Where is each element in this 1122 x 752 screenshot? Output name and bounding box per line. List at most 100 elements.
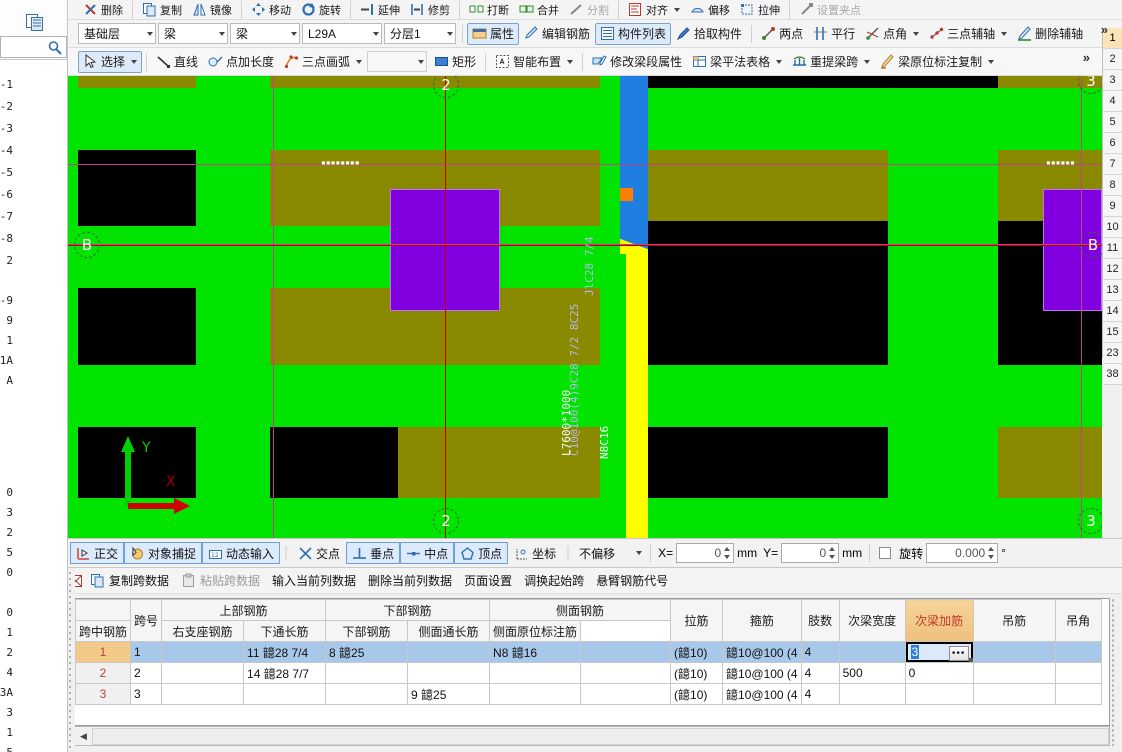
selected-beam-blue[interactable] — [620, 76, 648, 238]
axis-label[interactable]: 0 — [6, 606, 13, 619]
cell-side_through_rebar[interactable]: N8 䪰16 — [489, 641, 582, 663]
row-header[interactable]: 1 — [75, 641, 132, 663]
打断-button[interactable]: 打断 — [464, 1, 514, 19]
cell-sec_beam_extra_rebar[interactable]: 0 — [904, 662, 974, 684]
cell-tie_rebar[interactable]: (䪰10) — [670, 683, 724, 705]
spinner-icon[interactable] — [722, 545, 732, 561]
chevron-down-icon[interactable] — [776, 59, 783, 64]
cell-tie_rebar[interactable]: (䪰10) — [670, 641, 724, 663]
cell-side_inplace_rebar[interactable] — [580, 641, 672, 663]
chevron-down-icon[interactable] — [291, 31, 297, 36]
beam-vertical[interactable] — [68, 76, 78, 538]
cell-bottom_rebar[interactable]: 9 䪰25 — [407, 683, 491, 705]
column-subheader-侧面通长筋[interactable]: 侧面通长筋 — [407, 620, 491, 642]
设置夹点-button[interactable]: 设置夹点 — [794, 1, 866, 19]
axis-label[interactable]: 3 — [6, 706, 13, 719]
combo-4[interactable]: 分层1 — [384, 23, 456, 44]
axis-label[interactable]: -5 — [0, 166, 13, 179]
row-header[interactable]: 3 — [75, 683, 132, 705]
axis-label[interactable]: 2 — [6, 526, 13, 539]
直线-button[interactable]: 直线 — [151, 51, 203, 73]
chevron-down-icon[interactable] — [674, 7, 680, 12]
axis-label[interactable]: 3 — [6, 506, 13, 519]
column-header-肢数[interactable]: 肢数 — [800, 599, 840, 642]
cell-hanging_rebar[interactable] — [972, 683, 1056, 705]
combo-2[interactable]: 梁 — [230, 23, 300, 44]
snap-coordinate[interactable]: 坐标 — [508, 542, 562, 564]
两点-button[interactable]: 两点 — [756, 23, 808, 45]
cell-side_inplace_rebar[interactable] — [580, 683, 672, 705]
chevron-down-icon[interactable] — [913, 31, 920, 36]
页面设置-button[interactable]: 页面设置 — [458, 570, 518, 591]
cell-side_through_rebar[interactable] — [489, 683, 582, 705]
chevron-down-icon[interactable] — [219, 31, 225, 36]
三点画弧-button[interactable]: 三点画弧 — [279, 51, 367, 73]
column-header-次梁宽度[interactable]: 次梁宽度 — [838, 599, 906, 642]
cad-drawing-area[interactable]: ▪▪▪▪▪▪▪▪ ▪▪▪▪▪▪ JlC28 7/4 C10@100(4)9C28… — [68, 76, 1102, 538]
点加长度-button[interactable]: 点加长度 — [203, 51, 279, 73]
right-axis-item[interactable]: 2 — [1103, 49, 1122, 70]
移动-button[interactable]: 移动 — [246, 1, 296, 19]
axis-label[interactable]: 0 — [6, 566, 13, 579]
snap-intersection[interactable]: 交点 — [292, 542, 346, 564]
chevron-down-icon[interactable] — [147, 31, 153, 36]
right-axis-item[interactable]: 7 — [1103, 154, 1122, 175]
点角-button[interactable]: 点角 — [860, 23, 924, 45]
column-header-次梁加筋[interactable]: 次梁加筋 — [904, 599, 974, 642]
输入当前列数据-button[interactable]: 输入当前列数据 — [266, 570, 362, 591]
column-header-blank[interactable] — [75, 599, 132, 621]
镜像-button[interactable]: 镜像 — [187, 1, 237, 19]
right-axis-item[interactable]: 9 — [1103, 196, 1122, 217]
right-axis-list[interactable]: 1 2 3 4 5 6 7 8 9 10 11 12 13 14 15 23 38 — [1102, 28, 1122, 385]
cell-mid_span_rebar[interactable] — [161, 683, 245, 705]
cell-tie_rebar[interactable]: (䪰10) — [670, 662, 724, 684]
search-input[interactable] — [0, 36, 67, 58]
right-axis-item[interactable]: 3 — [1103, 70, 1122, 91]
axis-label[interactable]: 1 — [6, 626, 13, 639]
column-header-跨号[interactable]: 跨号 — [130, 599, 163, 642]
cell-right_support_rebar[interactable]: 14 䪰28 7/7 — [243, 662, 327, 684]
axis-label[interactable]: 0 — [6, 486, 13, 499]
blank-combo[interactable] — [367, 51, 428, 72]
延伸-button[interactable]: 延伸 — [355, 1, 405, 19]
right-axis-item[interactable]: 13 — [1103, 280, 1122, 301]
axis-label[interactable]: 2 — [6, 646, 13, 659]
axis-label[interactable]: 1A — [0, 354, 13, 367]
column-header-上部钢筋[interactable]: 上部钢筋 — [161, 599, 327, 621]
right-axis-item[interactable]: 8 — [1103, 175, 1122, 196]
axis-label[interactable]: -4 — [0, 144, 13, 157]
toolbar-overflow-chevron[interactable]: » — [1083, 50, 1090, 65]
axis-label[interactable]: 1 — [6, 726, 13, 739]
resize-handle[interactable] — [968, 658, 973, 662]
axis-label[interactable]: 4 — [6, 666, 13, 679]
column-header-拉筋[interactable]: 拉筋 — [670, 599, 724, 642]
梁平法表格-button[interactable]: 梁平法表格 — [687, 51, 787, 73]
axis-bubble[interactable]: B — [74, 232, 100, 258]
axis-bubble[interactable]: B — [1080, 232, 1102, 258]
rotate-input[interactable]: 0.000 — [926, 543, 999, 563]
grip-marker[interactable] — [620, 188, 633, 201]
combo-0[interactable]: 基础层 — [78, 23, 156, 44]
axis-label[interactable]: -8 — [0, 232, 13, 245]
cell-right_support_rebar[interactable]: 11 䪰28 7/4 — [243, 641, 327, 663]
y-input[interactable]: 0 — [781, 543, 840, 563]
scroll-left-arrow[interactable]: ◀ — [75, 727, 92, 745]
cell-right_support_rebar[interactable] — [243, 683, 327, 705]
三点辅轴-button[interactable]: 三点辅轴 — [924, 23, 1012, 45]
offset-mode-combo[interactable]: 不偏移 — [574, 542, 644, 564]
column-header-吊筋[interactable]: 吊筋 — [972, 599, 1056, 642]
拾取构件-button[interactable]: 拾取构件 — [671, 23, 747, 45]
cell-side_through_rebar[interactable] — [489, 662, 582, 684]
删除-button[interactable]: 删除 — [78, 1, 128, 19]
合并-button[interactable]: 合并 — [514, 1, 564, 19]
axis-label[interactable]: 2 — [6, 254, 13, 267]
矩形-button[interactable]: 矩形 — [429, 51, 481, 73]
axis-label[interactable]: -6 — [0, 188, 13, 201]
cell-hanging_angle[interactable] — [1054, 641, 1102, 663]
table-row[interactable]: 2 2 14 䪰28 7/7 (䪰10) 䪰10@100 (4 4 500 0 — [75, 662, 1102, 684]
对齐-button[interactable]: 对齐 — [623, 1, 685, 19]
chevron-down-icon[interactable] — [373, 31, 379, 36]
rotate-checkbox[interactable] — [879, 547, 892, 559]
梁原位标注复制-button[interactable]: 梁原位标注复制 — [875, 51, 999, 73]
删除辅轴-button[interactable]: 删除辅轴 — [1012, 23, 1088, 45]
